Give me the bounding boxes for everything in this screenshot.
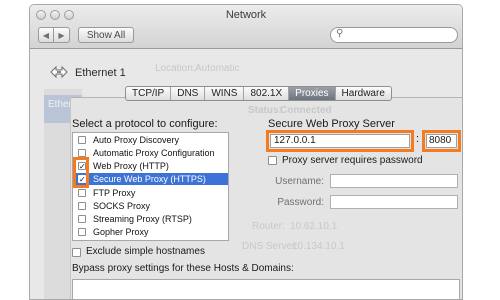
show-all-button[interactable]: Show All xyxy=(78,27,134,43)
protocol-checkbox[interactable] xyxy=(78,215,86,223)
protocol-label: Secure Web Proxy (HTTPS) xyxy=(93,174,206,184)
port-highlight xyxy=(422,130,461,152)
tab-hardware[interactable]: Hardware xyxy=(336,87,391,100)
dns-server-value: 10.134.10.1 xyxy=(292,241,345,252)
location-label: Location: xyxy=(155,63,196,74)
back-button[interactable]: ◀ xyxy=(38,27,54,43)
username-label: Username: xyxy=(275,176,324,187)
protocol-row-gopher-proxy[interactable]: Gopher Proxy xyxy=(73,226,228,238)
protocol-label: FTP Proxy xyxy=(93,188,136,198)
location-value: Automatic xyxy=(195,63,240,74)
tab-tcpip[interactable]: TCP/IP xyxy=(126,87,172,100)
protocol-label: Streaming Proxy (RTSP) xyxy=(93,214,192,224)
protocol-row-web-proxy[interactable]: ✓ Web Proxy (HTTP) xyxy=(73,160,228,172)
tab-8021x[interactable]: 802.1X xyxy=(244,87,290,100)
protocol-label: Auto Proxy Discovery xyxy=(93,135,180,145)
tab-proxies[interactable]: Proxies xyxy=(289,87,336,100)
protocol-checkbox[interactable] xyxy=(78,136,86,144)
server-heading: Secure Web Proxy Server xyxy=(268,118,395,130)
protocol-row-auto-discovery[interactable]: Auto Proxy Discovery xyxy=(73,134,228,146)
protocol-checkbox[interactable] xyxy=(78,149,86,157)
exclude-hostnames-label: Exclude simple hostnames xyxy=(86,246,205,257)
protocol-checkbox[interactable] xyxy=(78,189,86,197)
password-input[interactable] xyxy=(330,195,458,209)
protocol-checkbox[interactable] xyxy=(78,228,86,236)
navigation-buttons: ◀ ▶ xyxy=(38,27,70,43)
protocol-label: Gopher Proxy xyxy=(93,227,149,237)
protocol-row-secure-web-proxy[interactable]: ✓ Secure Web Proxy (HTTPS) xyxy=(73,173,228,185)
router-label: Router: xyxy=(252,221,285,232)
protocol-row-ftp-proxy[interactable]: FTP Proxy xyxy=(73,187,228,199)
window-title: Network xyxy=(225,9,267,21)
protocol-row-streaming-proxy[interactable]: Streaming Proxy (RTSP) xyxy=(73,213,228,225)
protocol-row-socks-proxy[interactable]: SOCKS Proxy xyxy=(73,200,228,212)
ethernet-icon xyxy=(50,65,68,79)
protocol-label: SOCKS Proxy xyxy=(93,201,151,211)
forward-button[interactable]: ▶ xyxy=(54,27,70,43)
status-value: Connected xyxy=(280,105,332,116)
search-input[interactable]: ⚲ xyxy=(330,27,458,43)
dns-server-label: DNS Server: xyxy=(242,241,299,252)
host-port-separator: : xyxy=(416,133,420,145)
password-required-label: Proxy server requires password xyxy=(282,155,423,166)
tab-dns[interactable]: DNS xyxy=(171,87,206,100)
checkbox-highlight xyxy=(73,157,89,188)
bypass-hosts-field[interactable] xyxy=(72,279,460,299)
protocol-row-auto-config[interactable]: Automatic Proxy Configuration xyxy=(73,147,228,159)
tab-wins[interactable]: WINS xyxy=(205,87,245,100)
password-label: Password: xyxy=(277,197,324,208)
status-label: Status: xyxy=(248,105,282,116)
protocol-list: Auto Proxy Discovery Automatic Proxy Con… xyxy=(72,132,229,241)
bypass-label: Bypass proxy settings for these Hosts & … xyxy=(72,263,294,274)
protocol-list-heading: Select a protocol to configure: xyxy=(72,118,218,130)
router-value: 10.62.10.1 xyxy=(290,221,338,232)
network-preferences-window: Network ◀ ▶ Show All ⚲ Location: Automat… xyxy=(29,4,463,300)
host-highlight xyxy=(266,130,414,152)
title-bar: Network ◀ ▶ Show All ⚲ xyxy=(30,5,462,49)
search-icon: ⚲ xyxy=(336,28,344,39)
protocol-label: Automatic Proxy Configuration xyxy=(93,148,215,158)
chevron-right-icon: ▶ xyxy=(58,30,65,40)
password-required-checkbox[interactable] xyxy=(268,156,277,165)
chevron-left-icon: ◀ xyxy=(42,30,50,40)
exclude-hostnames-checkbox[interactable] xyxy=(72,248,81,257)
protocol-label: Web Proxy (HTTP) xyxy=(93,161,169,171)
tab-bar: TCP/IP DNS WINS 802.1X Proxies Hardware xyxy=(125,86,392,101)
username-input[interactable] xyxy=(330,174,458,188)
interface-name: Ethernet 1 xyxy=(75,67,126,79)
protocol-checkbox[interactable] xyxy=(78,202,86,210)
